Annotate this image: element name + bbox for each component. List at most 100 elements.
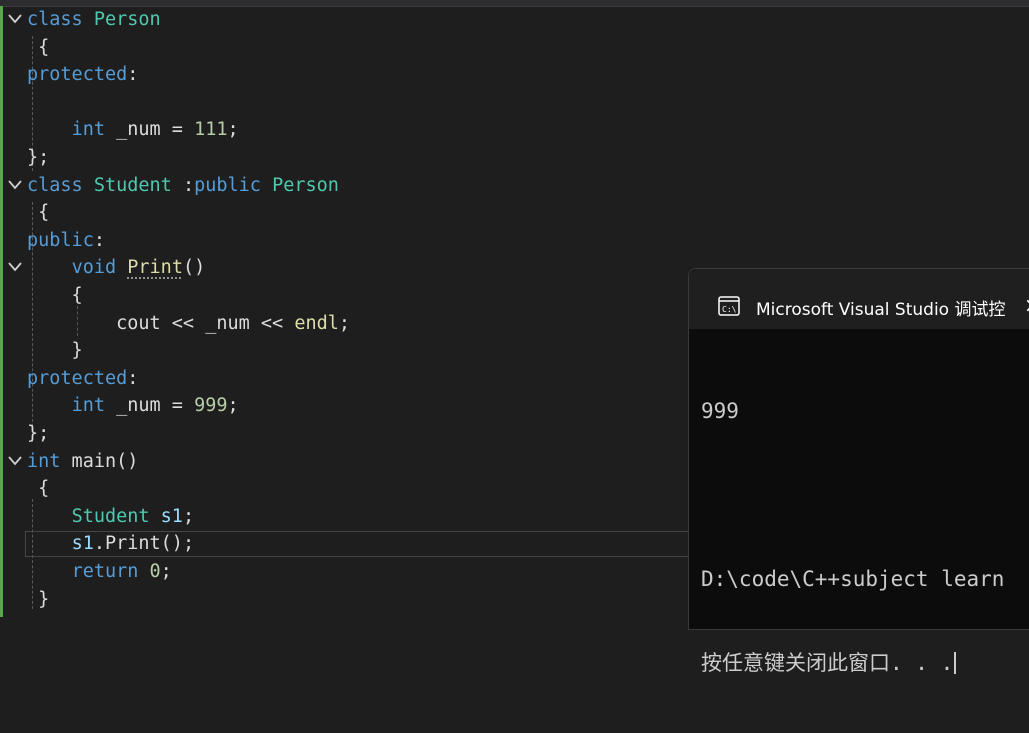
code-token: ; <box>182 505 195 527</box>
code-token: }; <box>27 147 50 168</box>
code-line[interactable]: void Print() <box>0 254 680 281</box>
code-token: ; <box>338 312 351 334</box>
code-token: int <box>27 450 61 472</box>
code-token: return <box>71 561 139 582</box>
code-token: 999 <box>194 395 228 417</box>
code-line[interactable]: s1.Print(); <box>0 530 680 557</box>
code-line[interactable]: int _num = 999; <box>0 392 680 419</box>
code-token: Person <box>272 174 339 196</box>
code-line[interactable]: public: <box>0 227 680 254</box>
code-token: class <box>27 174 83 196</box>
code-token: : <box>127 367 139 389</box>
code-token: { <box>27 202 50 224</box>
code-line[interactable]: Student s1; <box>0 503 680 530</box>
code-line[interactable]: { <box>0 34 680 61</box>
code-text: cout << _num << endl; <box>27 310 350 337</box>
code-token: : <box>93 229 105 251</box>
code-text: { <box>27 282 83 309</box>
fold-chevron-icon[interactable] <box>8 6 24 33</box>
code-line[interactable]: protected: <box>0 365 680 392</box>
code-token: void <box>71 257 117 279</box>
code-token: .Print(); <box>93 533 195 555</box>
code-line[interactable]: protected: <box>0 61 680 88</box>
code-token: Student <box>93 174 172 196</box>
code-line[interactable]: } <box>0 586 680 613</box>
code-token: ; <box>227 395 239 417</box>
code-text: void Print() <box>27 254 206 281</box>
code-token: } <box>27 588 50 610</box>
code-line[interactable] <box>0 89 680 116</box>
code-text: } <box>27 586 49 613</box>
code-token: Print <box>127 257 183 279</box>
code-text: }; <box>27 144 49 171</box>
code-token: { <box>27 478 50 500</box>
code-token: class <box>27 9 83 30</box>
code-token: ; <box>227 119 239 141</box>
code-text: protected: <box>27 365 138 392</box>
code-token: s1 <box>71 533 94 555</box>
code-token: ; <box>160 561 172 582</box>
code-token: endl <box>294 312 339 334</box>
code-line[interactable]: return 0; <box>0 558 680 585</box>
code-text: int _num = 111; <box>27 116 239 143</box>
code-token: () <box>182 257 206 279</box>
svg-text:C:\: C:\ <box>722 305 737 314</box>
fold-chevron-icon[interactable] <box>8 448 24 475</box>
code-token: int <box>71 119 105 141</box>
code-text: { <box>27 34 49 61</box>
code-token: 111 <box>194 119 228 141</box>
code-token: cout << _num << <box>27 312 295 334</box>
code-token: }; <box>27 423 50 444</box>
text-cursor <box>954 652 957 674</box>
code-token: 0 <box>149 561 161 582</box>
code-text: Student s1; <box>27 503 195 530</box>
code-text: { <box>27 199 49 226</box>
code-line[interactable]: }; <box>0 144 680 171</box>
code-line[interactable]: class Person <box>0 6 680 33</box>
code-token: Student <box>71 505 150 527</box>
console-output-line: 999 <box>701 399 739 423</box>
code-line[interactable]: int _num = 111; <box>0 116 680 143</box>
debug-console-window[interactable]: C:\ Microsoft Visual Studio 调试控 × 999 D:… <box>688 268 1029 675</box>
code-token: protected <box>27 64 128 86</box>
code-token: { <box>27 36 50 58</box>
code-line[interactable]: { <box>0 475 680 502</box>
code-token: _num = <box>104 395 195 417</box>
console-output-line: D:\code\C++subject learn <box>701 567 1005 591</box>
close-icon[interactable]: × <box>1024 293 1029 317</box>
fold-chevron-icon[interactable] <box>8 254 24 281</box>
code-line[interactable]: class Student :public Person <box>0 172 680 199</box>
console-output: 999 D:\code\C++subject learn 按任意键关闭此窗口. … <box>701 341 1004 733</box>
code-token: public <box>27 229 94 251</box>
console-titlebar[interactable]: C:\ Microsoft Visual Studio 调试控 × <box>689 269 1029 329</box>
code-line[interactable]: int main() <box>0 448 680 475</box>
fold-chevron-icon[interactable] <box>8 172 24 199</box>
code-text: public: <box>27 227 105 254</box>
code-text: class Student :public Person <box>27 172 339 199</box>
code-line[interactable]: { <box>0 199 680 226</box>
code-token: protected <box>27 367 128 389</box>
code-token: int <box>71 395 105 417</box>
code-line[interactable]: cout << _num << endl; <box>0 310 680 337</box>
code-token: main() <box>60 450 139 472</box>
code-text: protected: <box>27 61 138 88</box>
code-line[interactable]: { <box>0 282 680 309</box>
code-text: s1.Print(); <box>27 530 195 557</box>
code-token: { <box>27 285 83 306</box>
code-line[interactable]: }; <box>0 420 680 447</box>
code-text: }; <box>27 420 49 447</box>
code-line[interactable]: } <box>0 337 680 364</box>
code-text: int _num = 999; <box>27 392 239 419</box>
